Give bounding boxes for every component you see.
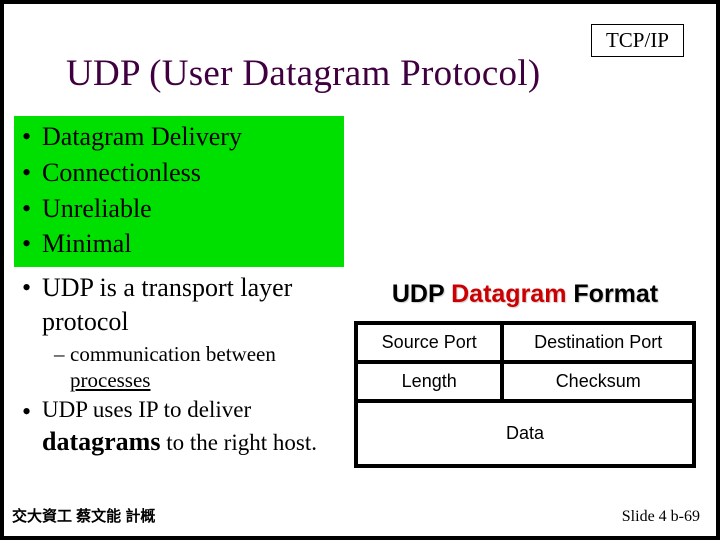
table-row: Source Port Destination Port xyxy=(356,323,694,362)
fmt-title-datagram: Datagram xyxy=(451,280,566,308)
bullet-text: Connectionless xyxy=(42,156,201,190)
sub-text-underlined: processes xyxy=(70,368,150,392)
cell-length: Length xyxy=(356,362,502,401)
sub-bullet-text: communication between processes xyxy=(70,341,344,394)
dash-icon: – xyxy=(54,341,70,367)
bullet-text: UDP is a transport layer protocol xyxy=(42,271,344,339)
slide: TCP/IP UDP (User Datagram Protocol) • Da… xyxy=(4,4,716,536)
bullet-item: • Minimal xyxy=(14,227,344,263)
text-prefix: UDP uses IP to deliver xyxy=(42,397,251,422)
bullet-text: Minimal xyxy=(42,227,132,261)
bullet-dot-icon: • xyxy=(22,271,42,305)
text-suffix: to the right host. xyxy=(160,430,317,455)
fmt-title-format: Format xyxy=(566,280,658,308)
sub-text-prefix: communication between xyxy=(70,342,276,366)
green-highlight-box: • Datagram Delivery • Connectionless • U… xyxy=(14,116,344,267)
cell-data: Data xyxy=(356,401,694,466)
footer-right: Slide 4 b-69 xyxy=(622,508,700,526)
bullet-item: • Unreliable xyxy=(14,192,344,228)
text-bold: datagrams xyxy=(42,427,160,456)
bullet-item: • Connectionless xyxy=(14,156,344,192)
slide-title: UDP (User Datagram Protocol) xyxy=(66,52,541,95)
left-column: • Datagram Delivery • Connectionless • U… xyxy=(14,116,344,461)
sub-bullet-item: – communication between processes xyxy=(14,341,344,394)
right-column: UDP Datagram Format Source Port Destinat… xyxy=(354,280,696,468)
bullet-dot-icon: • xyxy=(22,227,42,261)
tcpip-tag: TCP/IP xyxy=(591,24,684,57)
table-row: Data xyxy=(356,401,694,466)
fmt-title-udp: UDP xyxy=(392,280,451,308)
bullet-item: • Datagram Delivery xyxy=(14,120,344,156)
cell-source-port: Source Port xyxy=(356,323,502,362)
footer-left: 交大資工 蔡文能 計概 xyxy=(12,505,155,526)
tcpip-label: TCP/IP xyxy=(606,28,669,52)
cell-destination-port: Destination Port xyxy=(502,323,694,362)
bullet-text: UDP uses IP to deliver datagrams to the … xyxy=(42,395,344,459)
bullet-dot-icon: • xyxy=(22,120,42,154)
cell-checksum: Checksum xyxy=(502,362,694,401)
after-green-block: • UDP is a transport layer protocol – co… xyxy=(14,267,344,461)
bullet-item: • UDP uses IP to deliver datagrams to th… xyxy=(14,393,344,461)
bullet-item: • UDP is a transport layer protocol xyxy=(14,271,344,341)
bullet-dot-icon: • xyxy=(22,156,42,190)
datagram-format-title: UDP Datagram Format xyxy=(354,280,696,309)
table-row: Length Checksum xyxy=(356,362,694,401)
bullet-dot-icon: • xyxy=(22,192,42,226)
udp-datagram-table: Source Port Destination Port Length Chec… xyxy=(354,321,696,468)
bullet-text: Datagram Delivery xyxy=(42,120,242,154)
bullet-text: Unreliable xyxy=(42,192,152,226)
bullet-dot-icon: • xyxy=(22,395,42,429)
